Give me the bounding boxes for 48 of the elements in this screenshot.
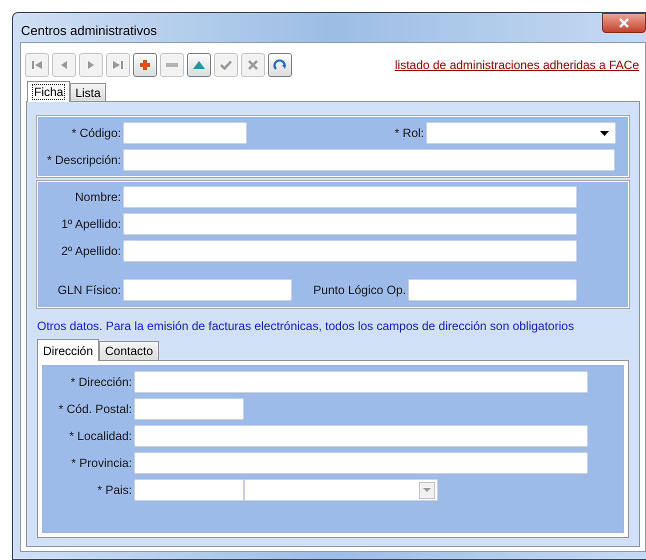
field-label: * Dirección:	[70, 374, 132, 391]
close-button[interactable]	[602, 13, 646, 33]
field-label: Punto Lógico Op.	[313, 282, 406, 299]
info-note: Otros datos. Para la emisión de facturas electrónicas, todos los campos de dirección son obligatorios	[37, 318, 575, 335]
field-label: * Localidad:	[69, 428, 132, 445]
checkmark-icon	[220, 60, 232, 70]
tab[interactable]: Ficha	[27, 81, 70, 102]
tab[interactable]: Dirección	[37, 339, 100, 361]
input-field[interactable]	[134, 452, 588, 474]
dropdown-arrow-icon	[600, 130, 609, 136]
field-label: * Cód. Postal:	[58, 401, 132, 418]
country-dropdown[interactable]	[244, 479, 438, 501]
field-label: GLN Físico:	[58, 282, 121, 299]
toolbar-button[interactable]	[187, 53, 211, 77]
minus-icon	[166, 63, 178, 67]
field-label: 2º Apellido:	[61, 243, 121, 260]
up-triangle-icon	[193, 61, 205, 69]
field-label: Nombre:	[74, 189, 121, 206]
field-label: 1º Apellido:	[61, 216, 121, 233]
input-field[interactable]	[123, 122, 247, 144]
input-field[interactable]	[123, 240, 577, 262]
field-label: * Provincia:	[71, 455, 132, 472]
toolbar-button[interactable]	[268, 53, 292, 77]
role-dropdown[interactable]	[426, 122, 616, 144]
input-field[interactable]	[134, 398, 244, 420]
cross-icon	[248, 60, 258, 70]
input-field[interactable]	[408, 279, 577, 301]
last-record-icon	[112, 59, 124, 71]
field-label: * Descripción:	[46, 152, 121, 169]
input-field[interactable]	[123, 149, 615, 171]
input-field[interactable]	[123, 213, 577, 235]
input-field[interactable]	[123, 186, 577, 208]
first-record-icon	[31, 59, 43, 71]
input-field[interactable]	[134, 479, 244, 501]
tab[interactable]: Contacto	[99, 341, 160, 360]
toolbar-button[interactable]	[133, 53, 157, 77]
refresh-icon	[273, 58, 287, 72]
field-label: * Pais:	[97, 482, 132, 499]
window-title: Centros administrativos	[21, 22, 157, 40]
plus-icon	[139, 59, 151, 71]
input-field[interactable]	[123, 279, 292, 301]
close-icon	[619, 18, 629, 28]
input-field[interactable]	[134, 425, 588, 447]
field-label: * Rol:	[394, 125, 424, 142]
input-field[interactable]	[134, 371, 588, 393]
field-label: * Código:	[72, 125, 121, 142]
tab[interactable]: Lista	[70, 83, 106, 101]
administrations-link[interactable]: listado de administraciones adheridas a FACe	[394, 56, 639, 74]
